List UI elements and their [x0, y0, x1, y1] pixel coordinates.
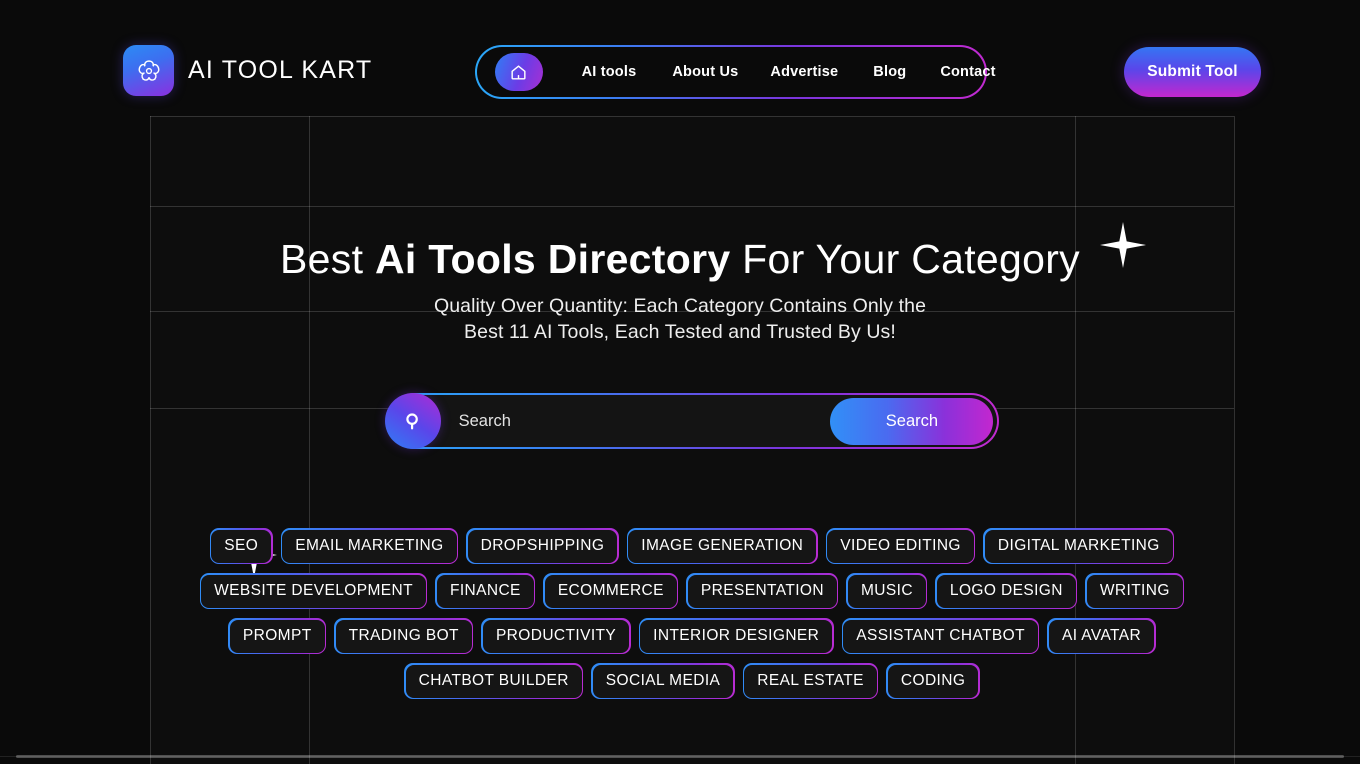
home-button[interactable] [494, 53, 543, 91]
category-tag[interactable]: PROMPT [228, 618, 327, 654]
category-tag[interactable]: EMAIL MARKETING [280, 528, 459, 564]
category-tag-label: DROPSHIPPING [467, 529, 618, 563]
category-tag[interactable]: IMAGE GENERATION [626, 528, 818, 564]
page-root: AI TOOL KART AI tools About Us Advertise… [0, 0, 1360, 764]
category-tag-label: INTERIOR DESIGNER [640, 619, 833, 653]
category-tag-label: TRADING BOT [335, 619, 472, 653]
category-tag-label: IMAGE GENERATION [628, 529, 817, 563]
category-tag-label: EMAIL MARKETING [282, 529, 457, 563]
category-tag[interactable]: CHATBOT BUILDER [404, 663, 584, 699]
headline-emphasis: Ai Tools Directory [374, 236, 731, 282]
headline-post: For Your Category [730, 236, 1080, 282]
category-tag-label: PRODUCTIVITY [482, 619, 630, 653]
category-tag-label: ECOMMERCE [544, 574, 677, 608]
category-tag[interactable]: FINANCE [435, 573, 536, 609]
submit-tool-button[interactable]: Submit Tool [1124, 47, 1261, 97]
category-tag[interactable]: DIGITAL MARKETING [983, 528, 1175, 564]
grid-line-horizontal [0, 756, 1360, 757]
category-tag-label: DIGITAL MARKETING [984, 529, 1173, 563]
category-tag[interactable]: REAL ESTATE [742, 663, 879, 699]
category-tag-label: REAL ESTATE [744, 664, 877, 698]
page-subtitle: Quality Over Quantity: Each Category Con… [0, 293, 1360, 345]
category-tag[interactable]: DROPSHIPPING [466, 528, 619, 564]
category-tag[interactable]: LOGO DESIGN [935, 573, 1078, 609]
main-nav-inner: AI tools About Us Advertise Blog Contact [476, 46, 995, 98]
grid-line-horizontal [150, 116, 1234, 117]
category-tag[interactable]: PRESENTATION [686, 573, 839, 609]
grid-line-horizontal [150, 206, 1234, 207]
search-bar: Search [384, 392, 999, 449]
category-tag[interactable]: SEO [209, 528, 273, 564]
category-tag-label: CHATBOT BUILDER [405, 664, 582, 698]
category-tag[interactable]: INTERIOR DESIGNER [638, 618, 834, 654]
category-tag-label: VIDEO EDITING [827, 529, 974, 563]
search-input[interactable] [458, 394, 829, 448]
grid-line-vertical [150, 116, 151, 764]
category-tag-label: ASSISTANT CHATBOT [843, 619, 1038, 653]
swirl-petal-icon [138, 59, 159, 81]
category-tag[interactable]: WRITING [1085, 573, 1185, 609]
category-tag[interactable]: PRODUCTIVITY [481, 618, 631, 654]
search-submit-button[interactable]: Search [830, 397, 994, 445]
main-nav: AI tools About Us Advertise Blog Contact [475, 45, 995, 99]
category-tag-label: CODING [887, 664, 979, 698]
category-tag[interactable]: AI AVATAR [1047, 618, 1156, 654]
home-icon [511, 64, 526, 80]
category-tag-label: MUSIC [847, 574, 926, 608]
nav-item-ai-tools[interactable]: AI tools [582, 58, 637, 86]
grid-line-vertical [1234, 116, 1235, 764]
category-tag-label: WEBSITE DEVELOPMENT [201, 574, 426, 608]
nav-item-about-us[interactable]: About Us [672, 58, 738, 86]
search-icon-button[interactable] [384, 392, 441, 449]
category-tag[interactable]: VIDEO EDITING [825, 528, 976, 564]
category-tag[interactable]: ASSISTANT CHATBOT [841, 618, 1040, 654]
nav-item-advertise[interactable]: Advertise [770, 58, 838, 86]
category-tag-label: FINANCE [436, 574, 534, 608]
category-tag-label: WRITING [1086, 574, 1183, 608]
headline-pre: Best [280, 236, 375, 282]
category-tag-label: SOCIAL MEDIA [592, 664, 734, 698]
bottom-rule [16, 755, 1344, 758]
category-tag[interactable]: MUSIC [846, 573, 928, 609]
category-tag-label: AI AVATAR [1048, 619, 1155, 653]
search-bar-inner: Search [384, 392, 998, 449]
category-tag-label: SEO [211, 529, 272, 563]
site-header: AI TOOL KART AI tools About Us Advertise… [0, 0, 1360, 116]
magnifier-icon [405, 412, 418, 430]
category-tag-label: PROMPT [229, 619, 325, 653]
category-tag[interactable]: CODING [886, 663, 980, 699]
category-tag-label: PRESENTATION [687, 574, 837, 608]
category-tag-list: SEO EMAIL MARKETING DROPSHIPPING IMAGE GENE… [160, 528, 1224, 699]
category-tag[interactable]: ECOMMERCE [543, 573, 679, 609]
category-tag[interactable]: TRADING BOT [334, 618, 474, 654]
page-title: Best Ai Tools Directory For Your Categor… [0, 233, 1360, 285]
brand-name: AI TOOL KART [188, 56, 373, 84]
nav-links: AI tools About Us Advertise Blog Contact [543, 58, 996, 86]
brand[interactable]: AI TOOL KART [123, 45, 372, 96]
category-tag[interactable]: WEBSITE DEVELOPMENT [199, 573, 428, 609]
subtitle-line-1: Quality Over Quantity: Each Category Con… [433, 295, 927, 317]
nav-item-blog[interactable]: Blog [873, 58, 906, 86]
subtitle-line-2: Best 11 AI Tools, Each Tested and Truste… [464, 321, 896, 343]
category-tag-label: LOGO DESIGN [936, 574, 1076, 608]
brand-logo [123, 45, 174, 96]
nav-item-contact[interactable]: Contact [940, 58, 995, 86]
category-tag[interactable]: SOCIAL MEDIA [591, 663, 735, 699]
